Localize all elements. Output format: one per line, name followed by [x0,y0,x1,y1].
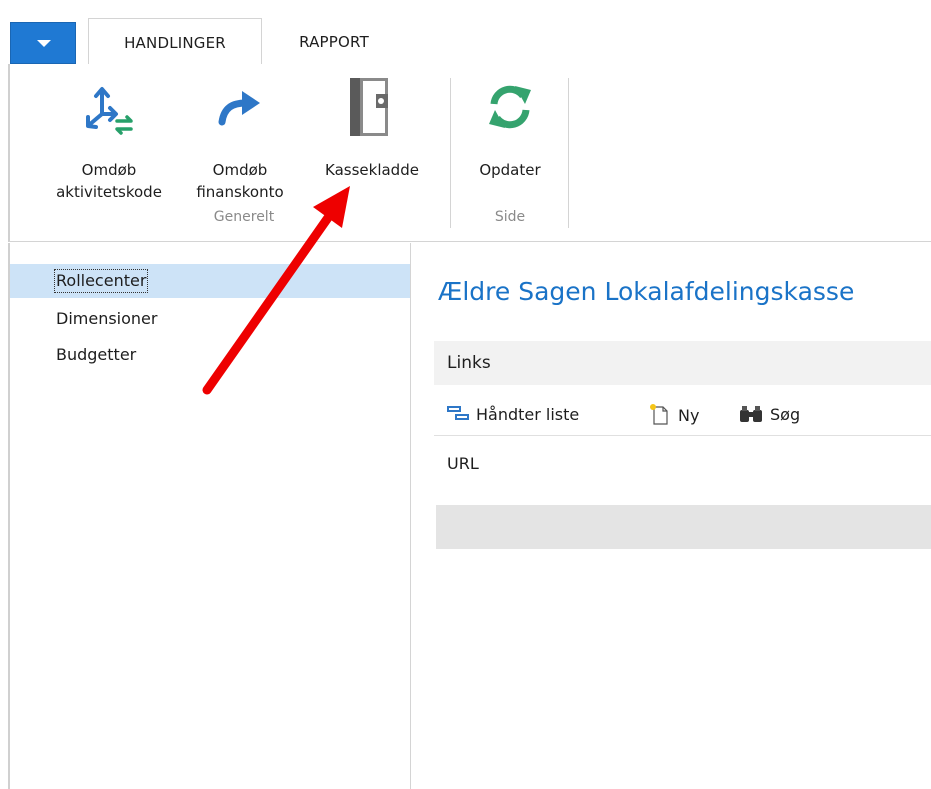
nav-item-label: Dimensioner [56,309,158,328]
search-button[interactable]: Søg [738,403,800,427]
rename-gl-account-label-2: finanskonto [196,183,284,201]
navigation-pane: Rollecenter Dimensioner Budgetter [8,243,411,789]
new-link-button[interactable]: Ny [648,403,699,427]
rename-activity-code-label-2: aktivitetskode [56,183,162,201]
refresh-icon [489,85,531,129]
app-menu-button[interactable] [10,22,76,64]
journal-book-icon [350,78,388,136]
forward-arrow-icon [218,91,260,126]
nav-item-budgetter[interactable]: Budgetter [10,338,410,372]
nav-item-label: Rollecenter [53,269,149,293]
chevron-down-icon [37,40,51,47]
links-part-title: Links [447,353,491,373]
links-part-header[interactable]: Links [434,341,931,385]
page-title: Ældre Sagen Lokalafdelingskasse [438,277,855,306]
empty-list-row [436,505,931,549]
group-label-side: Side [494,209,526,225]
column-header-url[interactable]: URL [447,454,479,473]
ribbon: Omdøb aktivitetskode Omdøb finanskonto K… [8,64,931,242]
rename-activity-code-label-1: Omdøb [81,161,137,179]
binoculars-icon [740,406,762,422]
group-separator [450,78,451,228]
cash-journal-label: Kassekladde [325,161,419,179]
manage-list-label: Håndter liste [476,405,580,424]
nav-item-dimensioner[interactable]: Dimensioner [10,302,410,336]
new-document-icon [650,404,668,425]
manage-list-button[interactable]: Håndter liste [446,403,579,427]
refresh-button[interactable]: Opdater [458,76,562,206]
nav-item-label: Budgetter [56,345,137,364]
search-label: Søg [770,405,801,424]
rename-activity-code-button[interactable]: Omdøb aktivitetskode [46,76,172,206]
rename-gl-account-button[interactable]: Omdøb finanskonto [186,76,294,206]
tab-rapport[interactable]: RAPPORT [270,18,398,64]
rename-gl-account-label-1: Omdøb [212,161,268,179]
group-separator [568,78,569,228]
rename-dimension-icon [86,87,133,135]
group-label-generelt: Generelt [213,209,275,225]
refresh-label: Opdater [479,161,541,179]
ribbon-tab-bar: HANDLINGER RAPPORT [8,14,931,65]
cash-journal-button[interactable]: Kassekladde [304,76,440,206]
nav-item-rollecenter[interactable]: Rollecenter [10,264,410,298]
links-toolbar: Håndter liste Ny Søg [434,393,931,436]
tab-handlinger[interactable]: HANDLINGER [88,18,262,65]
main-content: Ældre Sagen Lokalafdelingskasse Links Hå… [412,243,931,789]
manage-list-icon [447,406,469,420]
new-link-label: Ny [678,406,700,425]
